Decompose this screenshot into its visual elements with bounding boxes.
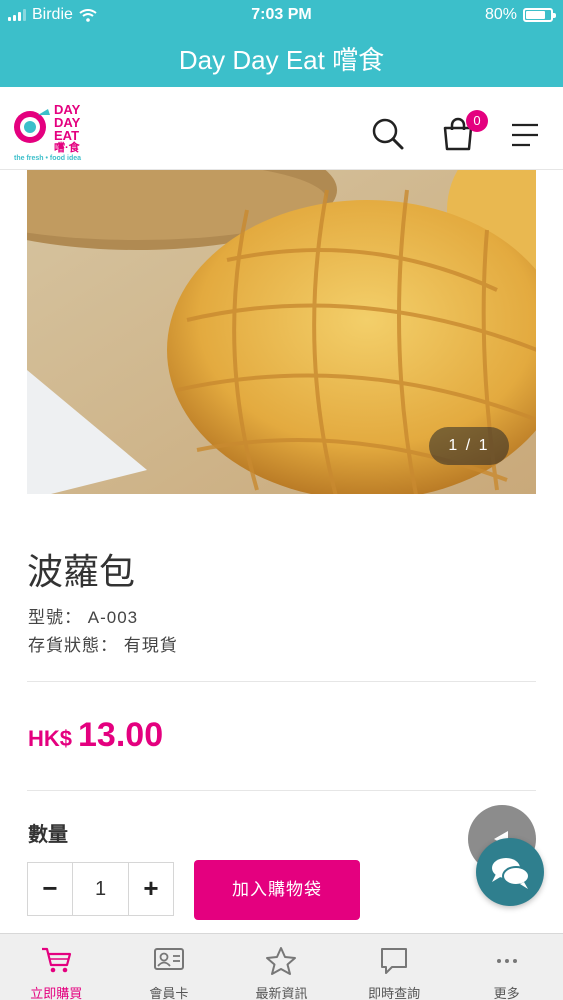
tab-member-card[interactable]: 會員卡: [113, 934, 226, 1000]
quantity-minus-button[interactable]: −: [28, 863, 72, 915]
tab-label: 立即購買: [30, 986, 83, 1000]
tab-instant-inquiry[interactable]: 即時查詢: [338, 934, 451, 1000]
chat-button[interactable]: [476, 838, 544, 906]
top-bar: Birdie 7:03 PM 80% Day Day Eat 嚐食: [0, 0, 563, 87]
model-value: A-003: [87, 608, 139, 627]
cart-icon: [42, 947, 72, 973]
tab-label: 會員卡: [149, 986, 189, 1000]
quantity-plus-button[interactable]: +: [129, 863, 173, 915]
stock-value: 有現貨: [123, 636, 178, 655]
app-title: Day Day Eat 嚐食: [178, 45, 385, 75]
brand-logo[interactable]: DAY DAY EAT 嚐·食 the fresh • food idea: [12, 103, 92, 162]
bottom-tab-bar: 立即購買 會員卡 最新資訊 即時查詢 更多: [0, 933, 563, 1000]
stock-label: 存貨狀態：: [28, 636, 118, 655]
tab-label: 最新資訊: [255, 986, 308, 1000]
tab-buy-now[interactable]: 立即購買: [0, 934, 113, 1000]
battery-percent: 80%: [484, 6, 517, 23]
product-price: HK$ 13.00: [28, 716, 163, 755]
menu-icon[interactable]: [510, 123, 540, 147]
quantity-stepper: − 1 +: [27, 862, 174, 916]
search-icon[interactable]: [371, 117, 405, 151]
product-stock: 存貨狀態： 有現貨: [28, 631, 178, 656]
cart-count-badge: 0: [466, 110, 488, 132]
quantity-label: 數量: [28, 824, 68, 846]
price-amount: 13.00: [78, 716, 164, 754]
tab-latest-news[interactable]: 最新資訊: [225, 934, 338, 1000]
tab-more[interactable]: 更多: [450, 934, 563, 1000]
divider: [27, 790, 536, 791]
logo-mark-icon: [14, 109, 50, 143]
chat-bubble-icon: [381, 948, 408, 974]
battery-icon: [523, 8, 556, 22]
product-detail-page: Birdie 7:03 PM 80% Day Day Eat 嚐食 DAY DA…: [0, 0, 563, 1000]
more-dots-icon: [496, 959, 517, 963]
divider: [27, 681, 536, 682]
tab-label: 更多: [493, 986, 520, 1000]
logo-word-3: EAT: [54, 128, 80, 143]
tab-label: 即時查詢: [368, 986, 421, 1000]
add-to-bag-button[interactable]: 加入購物袋: [194, 860, 360, 920]
chat-bubbles-icon: [492, 858, 530, 889]
logo-chinese: 嚐·食: [54, 142, 80, 154]
member-card-icon: [153, 948, 184, 970]
product-model: 型號： A-003: [28, 603, 138, 628]
status-bar: Birdie 7:03 PM 80%: [0, 0, 563, 30]
quantity-input[interactable]: 1: [72, 863, 129, 915]
price-currency: HK$: [28, 726, 73, 751]
image-counter: 1 / 1: [429, 427, 509, 465]
model-label: 型號：: [28, 608, 82, 627]
logo-tagline: the fresh • food idea: [14, 155, 82, 162]
status-time: 7:03 PM: [251, 6, 312, 23]
product-name: 波蘿包: [27, 551, 136, 592]
star-icon: [266, 947, 297, 975]
